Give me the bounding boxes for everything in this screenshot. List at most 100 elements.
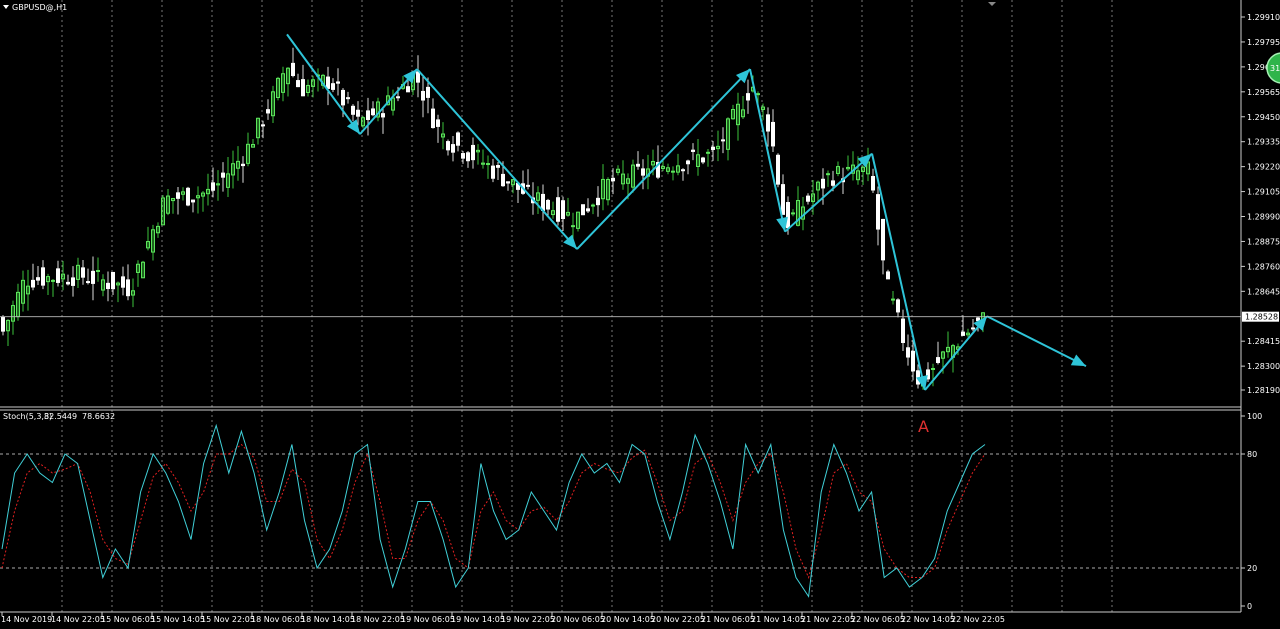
candle-body [491,165,495,179]
time-tick-label: 14 Nov 22:05 [51,615,105,624]
candle-body [786,202,790,229]
candle-body [571,225,575,228]
candle-body [91,270,95,284]
candle-body [886,271,890,280]
price-tick-label: 1.28990 [1247,213,1280,222]
candle-body [776,154,780,185]
annotation-label: A [918,417,929,436]
candle-body [596,197,600,206]
candle-body [81,267,85,278]
time-tick-label: 20 Nov 06:05 [551,615,605,624]
price-tick-label: 1.28415 [1247,337,1280,346]
candle-body [186,187,190,206]
time-tick-label: 19 Nov 22:05 [501,615,555,624]
candle-body [756,93,760,96]
candle-body [771,121,775,147]
candle-body [296,80,300,88]
candle-body [451,144,455,153]
time-tick-label: 15 Nov 14:05 [151,615,205,624]
time-tick-label: 14 Nov 2019 [1,615,52,624]
candle-body [176,192,180,199]
candle-body [351,105,355,115]
candle-body [266,109,270,114]
candle-body [611,177,615,182]
candle-body [826,173,830,176]
time-tick-label: 22 Nov 06:05 [851,615,905,624]
candle-body [331,83,335,90]
candle-body [471,144,475,161]
candle-body [791,212,795,215]
symbol-header[interactable]: GBPUSD@,H1 [3,3,67,12]
candle-body [191,199,195,203]
candle-body [86,281,90,284]
stoch-tick-label: 0 [1247,602,1252,611]
candle-body [106,282,110,290]
time-tick-label: 15 Nov 22:05 [201,615,255,624]
stoch-header: Stoch(5,3,3) 82.5449 78.6632 [3,412,115,421]
price-tick-label: 1.29795 [1247,38,1280,47]
candle-body [686,160,690,165]
candle-body [336,81,340,84]
candle-body [831,180,835,186]
candle-body [581,204,585,216]
time-tick-label: 19 Nov 06:05 [401,615,455,624]
candle-body [561,200,565,220]
candle-body [241,163,245,167]
candle-body [56,268,60,283]
candle-body [911,350,915,372]
candle-body [641,168,645,176]
price-tick-label: 1.29105 [1247,188,1280,197]
candle-body [806,195,810,202]
candle-body [591,204,595,207]
candle-body [746,93,750,101]
time-tick-label: 20 Nov 22:05 [651,615,705,624]
candle-body [466,152,470,162]
candle-body [691,149,695,152]
candle-body [506,181,510,184]
candle-body [301,79,305,97]
candle-body [211,182,215,191]
candle-body [546,199,550,210]
candle-body [871,176,875,191]
candle-body [671,170,675,173]
time-tick-label: 22 Nov 14:05 [901,615,955,624]
candle-body [681,169,685,172]
candle-body [636,163,640,167]
candle-body [426,86,430,98]
candle-body [701,157,705,163]
candle-body [721,139,725,142]
price-tick-label: 1.28875 [1247,237,1280,246]
stoch-signal-value: 78.6632 [82,412,115,421]
candle-body [961,331,965,336]
candle-body [876,194,880,230]
time-tick-label: 19 Nov 14:05 [451,615,505,624]
candle-body [366,110,370,120]
candle-body [586,208,590,212]
candle-body [821,178,825,189]
time-tick-label: 21 Nov 06:05 [701,615,755,624]
symbol-label: GBPUSD@,H1 [12,3,67,12]
candle-body [446,141,450,151]
candle-body [326,76,330,89]
price-tick-label: 1.29565 [1247,88,1280,97]
candle-body [291,62,295,77]
candle-body [396,96,400,99]
price-tick-label: 1.29335 [1247,138,1280,147]
price-tick-label: 1.29910 [1247,13,1280,22]
candle-body [501,173,505,187]
candle-body [891,298,895,301]
stoch-main-value: 82.5449 [44,412,77,421]
price-tick-label: 1.29450 [1247,113,1280,122]
price-tick-label: 1.29220 [1247,163,1280,172]
candle-body [436,119,440,127]
candle-body [111,271,115,290]
candle-body [346,97,350,100]
candle-body [901,318,905,344]
time-tick-label: 18 Nov 14:05 [301,615,355,624]
time-tick-label: 18 Nov 06:05 [251,615,305,624]
candle-body [126,279,130,297]
price-tick-label: 1.28190 [1247,386,1280,395]
stoch-tick-label: 100 [1247,412,1262,421]
candle-body [356,109,360,117]
candle-body [71,277,75,286]
